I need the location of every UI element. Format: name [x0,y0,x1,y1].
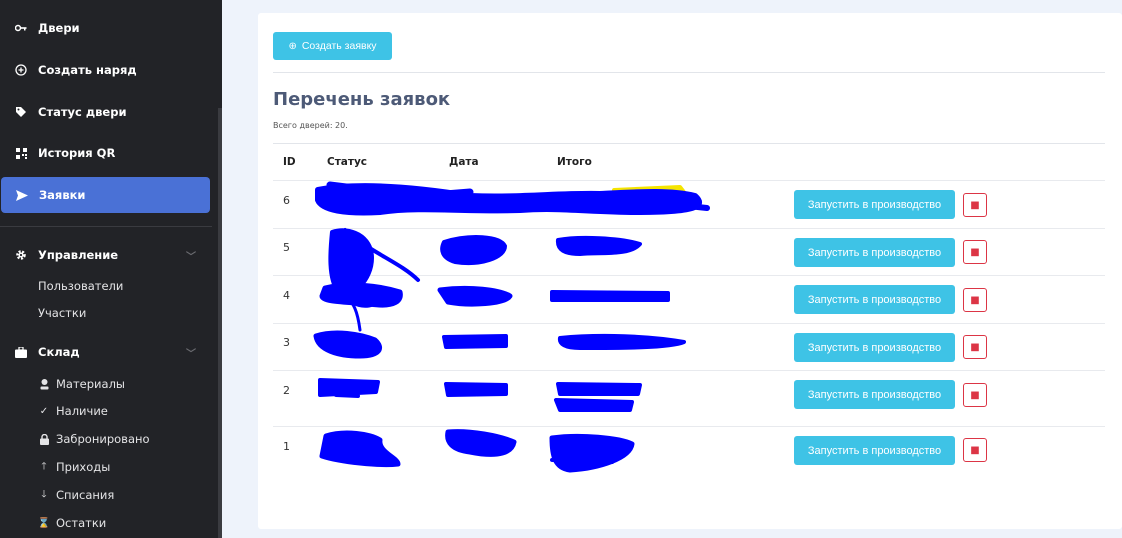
delete-button[interactable]: ■ [963,438,987,462]
sidebar-item-label: Материалы [56,377,125,391]
sidebar-divider [0,226,212,227]
delete-button[interactable]: ■ [963,193,987,217]
gear-icon [14,248,28,262]
sidebar-item-label: Статус двери [38,105,127,119]
divider [273,143,1105,144]
create-request-label: Создать заявку [301,40,377,52]
sidebar-item-doors[interactable]: Двери [0,10,216,46]
sidebar-item-availability[interactable]: ✓ Наличие [38,401,108,421]
start-production-button[interactable]: Запустить в производство [794,285,955,314]
sidebar-item-door-status[interactable]: Статус двери [0,94,216,130]
row-id: 3 [283,336,290,349]
start-production-button[interactable]: Запустить в производство [794,238,955,267]
briefcase-icon [14,345,28,359]
row-divider [273,180,1105,181]
row-divider [273,426,1105,427]
row-id: 4 [283,289,290,302]
start-production-button[interactable]: Запустить в производство [794,333,955,362]
sidebar-section-label: Склад [38,345,80,359]
sidebar-item-label: Приходы [56,460,111,474]
sidebar-item-sites[interactable]: Участки [38,303,86,323]
sidebar-item-incomes[interactable]: 🡑 Приходы [38,457,110,477]
trash-icon: ■ [970,389,980,401]
row-divider [273,228,1105,229]
hourglass-icon: ⌛ [37,517,51,529]
chevron-down-icon: ﹀ [186,251,196,263]
row-id: 5 [283,241,290,254]
sidebar-item-requests[interactable]: Заявки [1,177,210,213]
column-header-date: Дата [449,156,479,168]
sidebar-item-reserved[interactable]: Забронировано [38,429,150,449]
sidebar-item-label: Наличие [56,404,108,418]
row-id: 2 [283,384,290,397]
trash-icon: ■ [970,199,980,211]
plus-circle-icon: ⊕ [288,40,297,52]
check-icon: ✓ [39,405,49,417]
delete-button[interactable]: ■ [963,240,987,264]
row-id: 1 [283,440,290,453]
row-id: 6 [283,194,290,207]
sidebar-section-label: Управление [38,248,119,262]
sidebar-item-qr-history[interactable]: История QR [0,135,216,171]
column-header-id: ID [283,156,296,168]
sidebar-item-label: Создать наряд [38,63,137,77]
arrow-down-icon: 🡓 [41,488,47,500]
row-divider [273,370,1105,371]
sidebar-item-create-order[interactable]: Создать наряд [0,52,216,88]
row-divider [273,323,1105,324]
divider [273,72,1105,73]
sidebar-item-balances[interactable]: ⌛ Остатки [38,513,106,533]
sidebar-item-label: Двери [38,21,80,35]
sidebar-item-label: Забронировано [56,432,150,446]
column-header-total: Итого [557,156,592,168]
send-icon [15,188,29,202]
trash-icon: ■ [970,341,980,353]
trash-icon: ■ [970,444,980,456]
person-icon [38,378,50,390]
delete-button[interactable]: ■ [963,383,987,407]
trash-icon: ■ [970,246,980,258]
start-production-button[interactable]: Запустить в производство [794,436,955,465]
sidebar-item-label: История QR [38,146,116,160]
page-title: Перечень заявок [273,89,451,110]
delete-button[interactable]: ■ [963,335,987,359]
requests-card: ⊕ Создать заявку Перечень заявок Всего д… [258,13,1122,529]
doors-count: Всего дверей: 20. [273,121,348,130]
sidebar-item-label: Заявки [39,188,86,202]
trash-icon: ■ [970,294,980,306]
sidebar-section-warehouse[interactable]: Склад ﹀ [0,337,216,367]
tag-icon [14,105,28,119]
chevron-down-icon: ﹀ [186,348,196,360]
start-production-button[interactable]: Запустить в производство [794,190,955,219]
sidebar-item-label: Остатки [56,516,107,530]
create-request-button[interactable]: ⊕ Создать заявку [273,32,392,60]
plus-circle-icon [14,63,28,77]
key-icon [14,21,28,35]
sidebar-section-management[interactable]: Управление ﹀ [0,240,216,270]
qr-icon [14,146,28,160]
column-header-status: Статус [327,156,368,168]
start-production-button[interactable]: Запустить в производство [794,380,955,409]
arrow-up-icon: 🡑 [41,460,47,472]
sidebar-item-materials[interactable]: Материалы [38,374,125,394]
sidebar-scrollbar[interactable] [218,108,222,538]
delete-button[interactable]: ■ [963,288,987,312]
sidebar-item-writeoffs[interactable]: 🡓 Списания [38,485,114,505]
row-divider [273,275,1105,276]
sidebar-item-users[interactable]: Пользователи [38,276,123,296]
sidebar: Двери Создать наряд Статус двери История… [0,0,222,538]
sidebar-item-label: Списания [56,488,115,502]
lock-icon [38,433,50,445]
